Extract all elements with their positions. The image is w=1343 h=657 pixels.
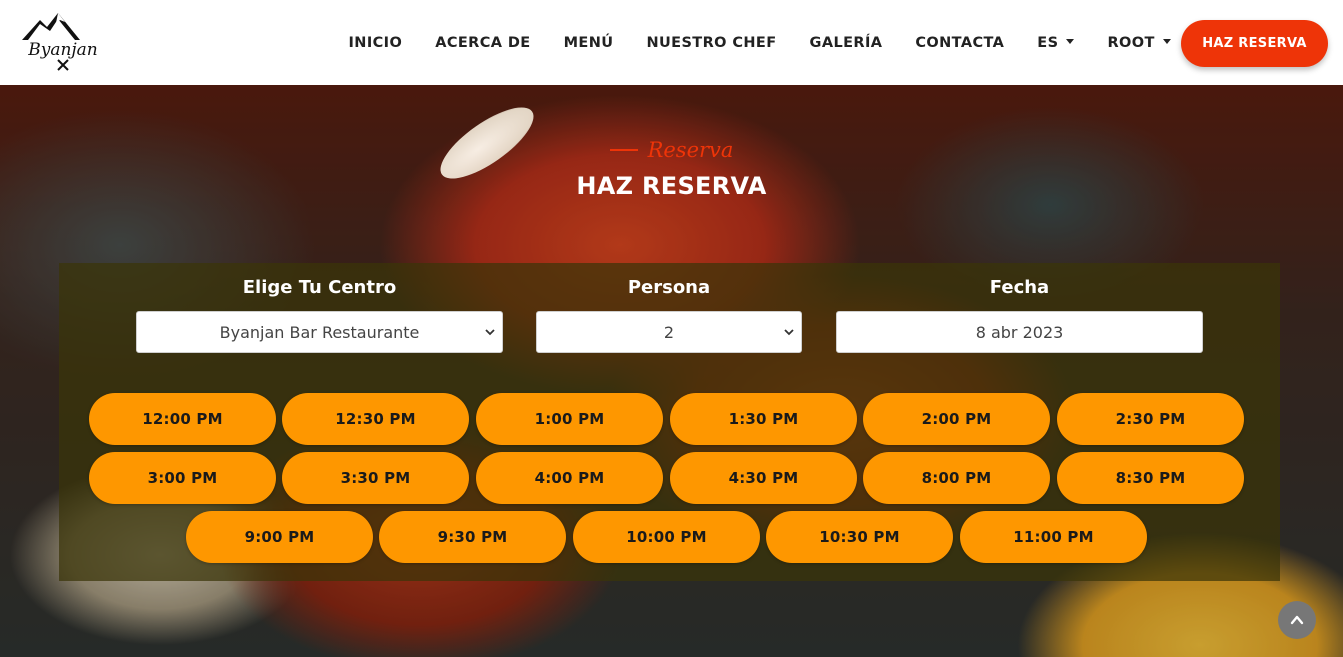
center-label: Elige Tu Centro <box>242 277 397 298</box>
time-slot-row: 3:00 PM 3:30 PM 4:00 PM 4:30 PM 8:00 PM … <box>59 452 1280 504</box>
persons-label: Persona <box>627 277 711 298</box>
nav-label: NUESTRO CHEF <box>646 34 777 51</box>
time-slot-button[interactable]: 2:00 PM <box>863 393 1050 445</box>
time-slot-button[interactable]: 12:00 PM <box>89 393 276 445</box>
scroll-to-top-button[interactable] <box>1278 601 1316 639</box>
time-slot-button[interactable]: 8:00 PM <box>863 452 1050 504</box>
nav-label: GALERÍA <box>809 34 883 51</box>
section-subtitle: Reserva <box>0 138 1343 162</box>
time-slot-button[interactable]: 2:30 PM <box>1057 393 1244 445</box>
time-slot-button[interactable]: 1:00 PM <box>476 393 663 445</box>
time-slot-button[interactable]: 8:30 PM <box>1057 452 1244 504</box>
subtitle-text: Reserva <box>647 138 734 162</box>
time-slot-button[interactable]: 4:30 PM <box>670 452 857 504</box>
subtitle-dash <box>609 149 638 151</box>
nav-item-nuestro-chef[interactable]: NUESTRO CHEF <box>630 35 793 51</box>
time-slot-button[interactable]: 10:00 PM <box>573 511 760 563</box>
main-nav: INICIO ACERCA DE MENÚ NUESTRO CHEF GALER… <box>332 0 1187 85</box>
date-input[interactable]: 8 abr 2023 <box>836 311 1203 353</box>
nav-item-inicio[interactable]: INICIO <box>332 35 419 51</box>
user-dropdown[interactable]: ROOT <box>1091 35 1187 51</box>
date-label: Fecha <box>989 277 1050 298</box>
time-slot-row: 9:00 PM 9:30 PM 10:00 PM 10:30 PM 11:00 … <box>59 511 1280 563</box>
time-slot-button[interactable]: 9:30 PM <box>379 511 566 563</box>
center-select-value: Byanjan Bar Restaurante <box>219 322 420 342</box>
time-slot-button[interactable]: 10:30 PM <box>766 511 953 563</box>
time-slot-row: 12:00 PM 12:30 PM 1:00 PM 1:30 PM 2:00 P… <box>59 393 1280 445</box>
chevron-down-icon <box>783 326 795 338</box>
nav-item-contacta[interactable]: CONTACTA <box>899 35 1021 51</box>
time-slot-button[interactable]: 3:30 PM <box>282 452 469 504</box>
nav-label: INICIO <box>348 34 403 51</box>
persons-select[interactable]: 2 <box>536 311 802 353</box>
nav-label: ES <box>1037 34 1059 51</box>
nav-label: MENÚ <box>563 34 614 51</box>
center-select[interactable]: Byanjan Bar Restaurante <box>136 311 503 353</box>
language-dropdown[interactable]: ES <box>1021 35 1091 51</box>
time-slot-button[interactable]: 3:00 PM <box>89 452 276 504</box>
nav-item-acerca-de[interactable]: ACERCA DE <box>419 35 547 51</box>
nav-label: CONTACTA <box>915 34 1005 51</box>
nav-label: ACERCA DE <box>435 34 531 51</box>
time-slot-button[interactable]: 11:00 PM <box>960 511 1147 563</box>
caret-down-icon <box>1066 39 1075 44</box>
time-slot-button[interactable]: 4:00 PM <box>476 452 663 504</box>
booking-panel: Elige Tu Centro Byanjan Bar Restaurante … <box>59 263 1280 581</box>
persons-select-value: 2 <box>663 322 675 342</box>
section-title: HAZ RESERVA <box>576 172 767 200</box>
time-slot-button[interactable]: 12:30 PM <box>282 393 469 445</box>
nav-item-galeria[interactable]: GALERÍA <box>793 35 899 51</box>
caret-down-icon <box>1162 39 1171 44</box>
chevron-down-icon <box>484 326 496 338</box>
mountain-logo-icon: Byanjan <box>22 13 98 71</box>
navbar: Byanjan INICIO ACERCA DE MENÚ NUESTRO CH… <box>0 0 1343 85</box>
time-slot-button[interactable]: 1:30 PM <box>670 393 857 445</box>
chevron-up-icon <box>1290 615 1304 625</box>
logo-text: Byanjan <box>27 40 98 60</box>
time-slot-button[interactable]: 9:00 PM <box>186 511 373 563</box>
nav-label: ROOT <box>1107 34 1155 51</box>
nav-item-menu[interactable]: MENÚ <box>547 35 630 51</box>
reserve-button[interactable]: HAZ RESERVA <box>1181 20 1328 67</box>
date-input-value: 8 abr 2023 <box>975 322 1064 342</box>
logo[interactable]: Byanjan <box>20 10 106 76</box>
